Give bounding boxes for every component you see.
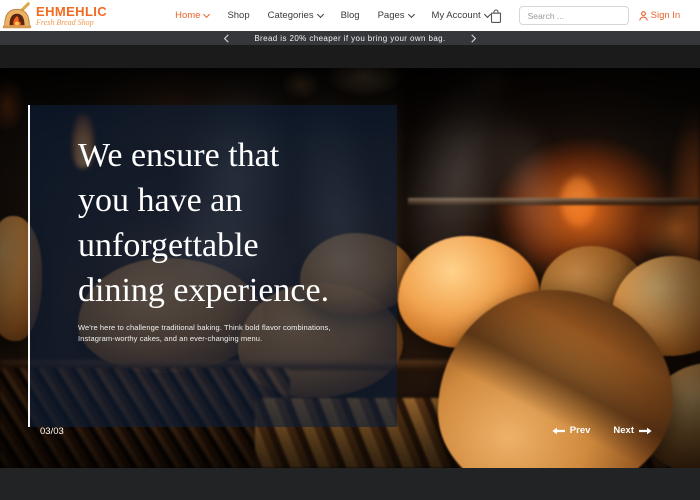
search-input[interactable] [518,6,629,25]
arrow-left-icon [552,427,565,434]
hero-caption-panel: We ensure that you have an unforgettable… [28,105,397,427]
logo-title: EHMEHLIC [36,3,108,19]
hero-slider: We ensure that you have an unforgettable… [0,68,700,468]
nav-item-my-account[interactable]: My Account [431,10,491,21]
announcement-bar: Bread is 20% cheaper if you bring your o… [0,31,700,45]
arrow-right-icon [639,427,652,434]
next-slide-button[interactable]: Next [613,425,652,436]
page-bottom-strip [0,468,700,500]
chevron-down-icon [316,10,324,19]
logo-tagline: Fresh Bread Shop [36,17,94,27]
chevron-down-icon [203,10,211,19]
oven-logo-icon [2,2,32,29]
nav-home-label: Home [175,10,201,21]
main-nav: Home Shop Categories Blog Pages My Accou… [175,10,491,21]
slider-navigation: Prev Next [552,425,652,436]
nav-blog-label: Blog [340,10,360,21]
hero-heading: We ensure that you have an unforgettable… [78,137,330,309]
prev-slide-button[interactable]: Prev [552,425,591,436]
shopping-bag-icon [490,8,501,23]
chevron-down-icon [407,10,415,19]
logo[interactable]: EHMEHLIC Fresh Bread Shop [2,1,107,30]
cart-button[interactable] [490,8,502,23]
nav-categories-label: Categories [267,10,314,21]
nav-item-shop[interactable]: Shop [227,10,249,21]
announcement-next-button[interactable] [468,33,479,43]
nav-item-pages[interactable]: Pages [377,10,415,21]
chevron-left-icon [224,33,230,43]
user-icon [638,10,648,21]
chevron-right-icon [470,33,476,43]
nav-item-blog[interactable]: Blog [341,10,360,21]
nav-item-home[interactable]: Home [175,10,211,21]
sign-in-button[interactable]: Sign In [638,10,681,21]
announcement-text: Bread is 20% cheaper if you bring your o… [254,33,446,43]
header-hero-divider [0,45,700,68]
nav-item-categories[interactable]: Categories [267,10,324,21]
site-header: EHMEHLIC Fresh Bread Shop Home Shop Cate… [0,0,700,31]
prev-label: Prev [569,425,591,436]
nav-shop-label: Shop [227,10,250,21]
header-actions: Sign In [490,6,681,25]
nav-pages-label: Pages [377,10,405,21]
next-label: Next [613,425,634,436]
sign-in-label: Sign In [650,10,681,21]
slide-indicator: 03/03 [40,426,64,437]
hero-subtext: We're here to challenge traditional baki… [78,323,331,343]
nav-my-account-label: My Account [431,10,481,21]
announcement-prev-button[interactable] [221,33,232,43]
